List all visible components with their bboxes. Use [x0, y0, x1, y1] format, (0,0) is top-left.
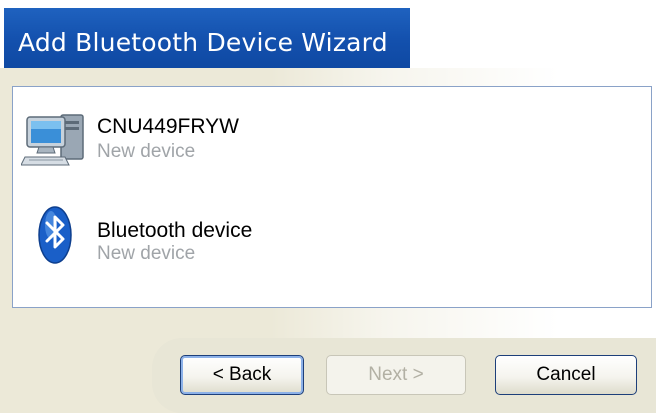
device-name: CNU449FRYW	[97, 115, 239, 138]
list-item-device-bluetooth[interactable]: Bluetooth device New device	[13, 195, 613, 279]
back-button[interactable]: < Back	[180, 355, 304, 395]
cancel-button[interactable]: Cancel	[495, 355, 637, 395]
window-title: Add Bluetooth Device Wizard	[18, 28, 388, 57]
list-item-device-computer[interactable]: CNU449FRYW New device	[13, 103, 613, 187]
bluetooth-icon	[21, 199, 91, 269]
device-status: New device	[97, 243, 196, 264]
computer-icon	[20, 107, 91, 177]
device-list: CNU449FRYW New device Bluetooth device N…	[12, 86, 652, 308]
next-button[interactable]: Next >	[326, 355, 466, 395]
title-bar: Add Bluetooth Device Wizard	[4, 8, 410, 68]
device-name: Bluetooth device	[97, 219, 253, 242]
device-status: New device	[97, 141, 196, 162]
